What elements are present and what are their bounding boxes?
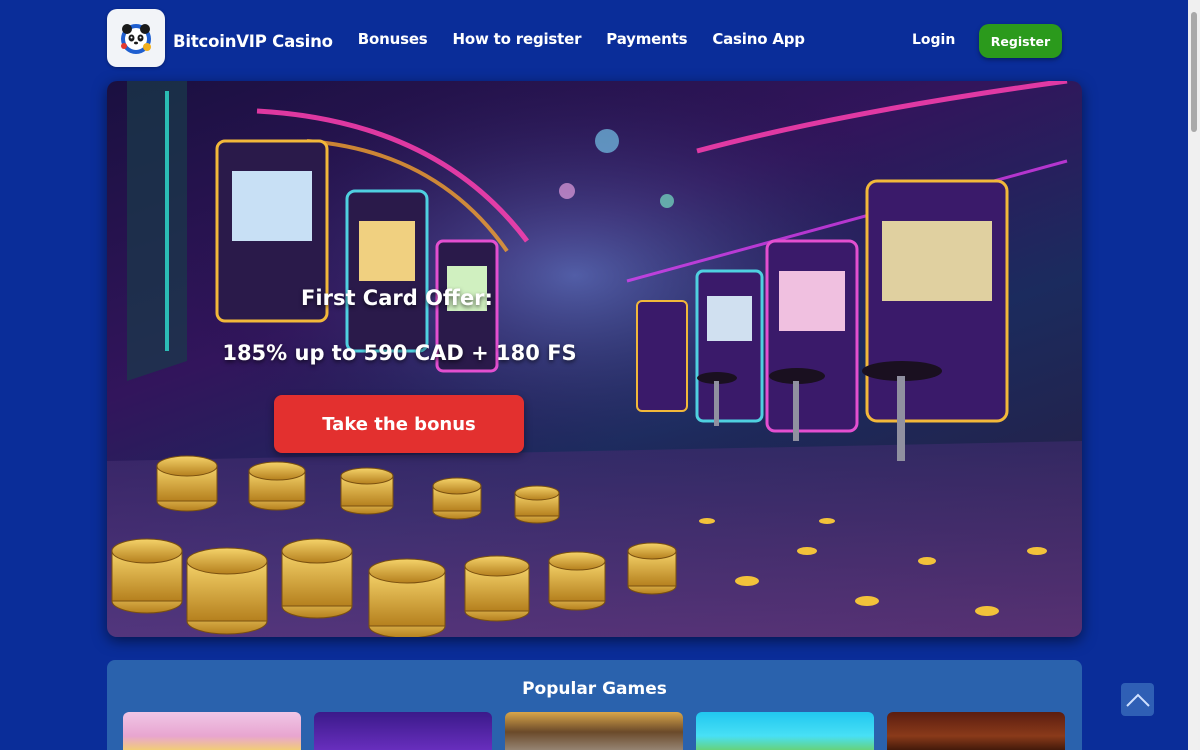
nav-bonuses[interactable]: Bonuses — [358, 30, 428, 48]
register-button[interactable]: Register — [979, 24, 1062, 58]
brand-logo[interactable] — [107, 9, 165, 67]
hero-offer: 185% up to 590 CAD + 180 FS — [222, 341, 577, 365]
game-tile[interactable] — [314, 712, 492, 750]
panda-logo-icon — [121, 24, 151, 54]
scroll-to-top-button[interactable] — [1121, 683, 1154, 716]
nav-payments[interactable]: Payments — [606, 30, 687, 48]
login-link[interactable]: Login — [912, 32, 955, 48]
page: BitcoinVIP Casino Bonuses How to registe… — [0, 0, 1200, 750]
game-tile[interactable] — [505, 712, 683, 750]
game-tiles — [123, 712, 1065, 750]
game-tile[interactable] — [123, 712, 301, 750]
brand-name[interactable]: BitcoinVIP Casino — [173, 32, 333, 51]
popular-games-section: Popular Games — [107, 660, 1082, 750]
hero-banner: First Card Offer: 185% up to 590 CAD + 1… — [107, 81, 1082, 637]
scrollbar-thumb[interactable] — [1191, 12, 1197, 132]
game-tile[interactable] — [696, 712, 874, 750]
hero-title: First Card Offer: — [301, 286, 493, 310]
chevron-up-icon — [1125, 693, 1150, 707]
site-header: BitcoinVIP Casino Bonuses How to registe… — [107, 8, 1062, 68]
game-tile[interactable] — [887, 712, 1065, 750]
page-scrollbar[interactable] — [1188, 0, 1200, 750]
take-bonus-button[interactable]: Take the bonus — [274, 395, 524, 453]
nav-how-to-register[interactable]: How to register — [453, 30, 582, 48]
main-nav: Bonuses How to register Payments Casino … — [358, 30, 805, 48]
nav-casino-app[interactable]: Casino App — [712, 30, 805, 48]
popular-games-title: Popular Games — [522, 679, 667, 699]
